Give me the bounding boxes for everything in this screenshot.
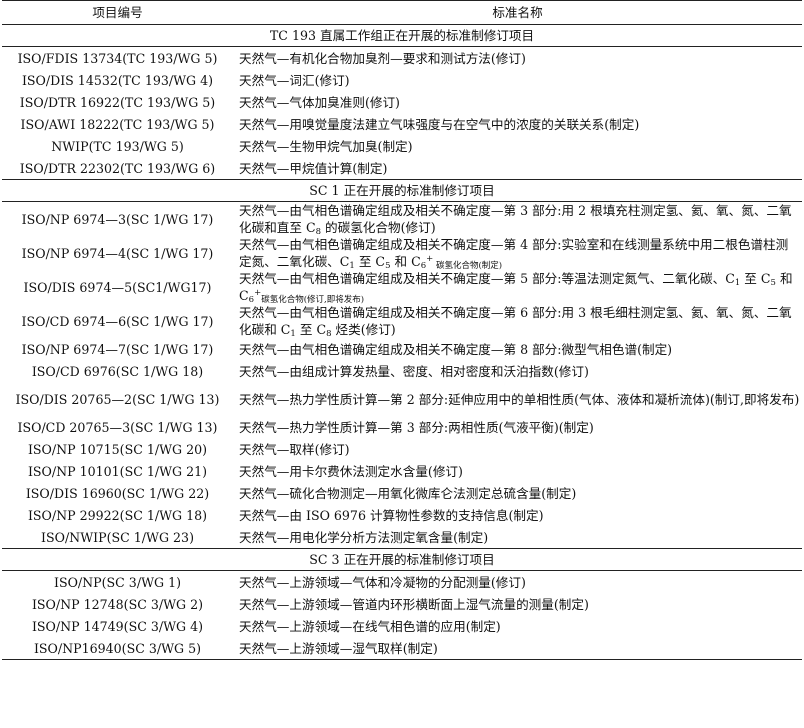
project-code: ISO/DIS 6974—5(SC1/WG17) (23, 279, 212, 295)
project-code: ISO/CD 6974—6(SC 1/WG 17) (21, 313, 214, 329)
column-header-code: 项目编号 (2, 0, 233, 25)
name-text: 至 C (740, 271, 771, 286)
table-row: ISO/DTR 22302(TC 193/WG 6) 天然气—甲烷值计算(制定) (2, 157, 802, 180)
table-row: ISO/CD 6974—6(SC 1/WG 17) 天然气—由气相色谱确定组成及相… (2, 304, 802, 338)
table-row: NWIP(TC 193/WG 5) 天然气—生物甲烷气加臭(制定) (2, 135, 802, 157)
standard-name: 天然气—由气相色谱确定组成及相关不确定度—第 5 部分:等温法测定氮气、二氧化碳… (233, 270, 802, 304)
standard-name: 天然气—上游领域—湿气取样(制定) (233, 637, 802, 660)
name-text: 天然气—由气相色谱确定组成及相关不确定度—第 4 部分:实验室和在线测量系统中用… (239, 237, 789, 269)
name-text: 至 C (295, 322, 327, 337)
project-code: ISO/NP 14749(SC 3/WG 4) (31, 618, 204, 634)
section-header-row: SC 3 正在开展的标准制修订项目 (2, 548, 802, 571)
table-row: ISO/NP 6974—4(SC 1/WG 17) 天然气—由气相色谱确定组成及相… (2, 236, 802, 270)
project-code: ISO/NP 12748(SC 3/WG 2) (31, 596, 204, 612)
project-code: ISO/NP 29922(SC 1/WG 18) (27, 507, 208, 523)
standard-name: 天然气—热力学性质计算—第 3 部分:两相性质(气液平衡)(制定) (239, 419, 594, 435)
standard-name: 天然气—甲烷值计算(制定) (239, 160, 388, 176)
table-row: ISO/CD 6976(SC 1/WG 18) 天然气—由组成计算发热量、密度、相… (2, 360, 802, 382)
table-row: ISO/NP 14749(SC 3/WG 4) 天然气—上游领域—在线气相色谱的应… (2, 615, 802, 637)
table-row: ISO/CD 20765—3(SC 1/WG 13) 天然气—热力学性质计算—第 … (2, 416, 802, 438)
project-code: ISO/NP 6974—4(SC 1/WG 17) (21, 245, 214, 261)
project-code: ISO/CD 20765—3(SC 1/WG 13) (17, 419, 218, 435)
standard-name: 天然气—有机化合物加臭剂—要求和测试方法(修订) (239, 50, 526, 66)
project-code: ISO/NWIP(SC 1/WG 23) (41, 529, 194, 545)
table-body: TC 193 直属工作组正在开展的标准制修订项目 ISO/FDIS 13734(T… (2, 24, 802, 660)
project-code: ISO/AWI 18222(TC 193/WG 5) (20, 116, 215, 132)
standard-name: 天然气—上游领域—在线气相色谱的应用(制定) (239, 618, 501, 634)
project-code: ISO/NP 6974—3(SC 1/WG 17) (21, 211, 214, 227)
standard-name: 天然气—由组成计算发热量、密度、相对密度和沃泊指数(修订) (239, 363, 589, 379)
project-code: ISO/NP(SC 3/WG 1) (53, 574, 182, 590)
table-row: ISO/NP 6974—7(SC 1/WG 17) 天然气—由气相色谱确定组成及相… (2, 338, 802, 360)
standard-name: 天然气—热力学性质计算—第 2 部分:延伸应用中的单相性质(气体、液体和凝析流体… (239, 391, 800, 407)
standard-name: 天然气—硫化合物测定—用氧化微库仑法测定总硫含量(制定) (239, 485, 577, 501)
project-code: NWIP(TC 193/WG 5) (51, 138, 184, 154)
standard-name: 天然气—由气相色谱确定组成及相关不确定度—第 3 部分:用 2 根填充柱测定氢、… (233, 202, 802, 236)
project-code: ISO/NP16940(SC 3/WG 5) (2, 637, 233, 660)
standard-name: 天然气—由气相色谱确定组成及相关不确定度—第 6 部分:用 3 根毛细柱测定氢、… (233, 304, 802, 338)
standard-name: 天然气—气体加臭准则(修订) (239, 94, 400, 110)
name-text: 至 C (354, 254, 386, 269)
standard-name: 天然气—用电化学分析方法测定氧含量(制定) (239, 529, 489, 545)
standard-name: 天然气—用卡尔费休法测定水含量(修订) (239, 463, 463, 479)
table-row: ISO/NP16940(SC 3/WG 5) 天然气—上游领域—湿气取样(制定) (2, 637, 802, 660)
section-title: SC 3 正在开展的标准制修订项目 (2, 548, 802, 571)
table-row: ISO/AWI 18222(TC 193/WG 5) 天然气—用嗅觉量度法建立气味… (2, 113, 802, 135)
table-row: ISO/NP 6974—3(SC 1/WG 17) 天然气—由气相色谱确定组成及相… (2, 202, 802, 236)
name-text: 的碳氢化合物(修订) (321, 220, 436, 235)
table-header-row: 项目编号 标准名称 (2, 0, 802, 25)
standard-name: 天然气—取样(修订) (239, 441, 350, 457)
project-code: ISO/DIS 14532(TC 193/WG 4) (21, 72, 214, 88)
table-row: ISO/DIS 14532(TC 193/WG 4) 天然气—词汇(修订) (2, 69, 802, 91)
name-text: 天然气—由气相色谱确定组成及相关不确定度—第 5 部分:等温法测定氮气、二氧化碳… (239, 271, 735, 286)
standards-table: 项目编号 标准名称 TC 193 直属工作组正在开展的标准制修订项目 ISO/FD… (2, 0, 802, 660)
standard-name: 天然气—词汇(修订) (239, 72, 350, 88)
name-text: 和 C (390, 254, 421, 269)
table-row: ISO/DTR 16922(TC 193/WG 5) 天然气—气体加臭准则(修订) (2, 91, 802, 113)
table-row: ISO/NP(SC 3/WG 1) 天然气—上游领域—气体和冷凝物的分配测量(修订… (2, 571, 802, 594)
table-row: ISO/NWIP(SC 1/WG 23) 天然气—用电化学分析方法测定氧含量(制定… (2, 526, 802, 549)
section-title: SC 1 正在开展的标准制修订项目 (2, 179, 802, 202)
project-code: ISO/DTR 22302(TC 193/WG 6) (19, 160, 216, 176)
table-row: ISO/NP 29922(SC 1/WG 18) 天然气—由 ISO 6976 计… (2, 504, 802, 526)
section-header-row: TC 193 直属工作组正在开展的标准制修订项目 (2, 24, 802, 47)
standard-name: 天然气—生物甲烷气加臭(制定) (239, 138, 413, 154)
table-row: ISO/DIS 16960(SC 1/WG 22) 天然气—硫化合物测定—用氧化微… (2, 482, 802, 504)
project-code: ISO/NP 10715(SC 1/WG 20) (27, 441, 208, 457)
standard-name: 天然气—由 ISO 6976 计算物性参数的支持信息(制定) (239, 507, 544, 523)
table-row: ISO/NP 10101(SC 1/WG 21) 天然气—用卡尔费休法测定水含量(… (2, 460, 802, 482)
table-row: ISO/DIS 6974—5(SC1/WG17) 天然气—由气相色谱确定组成及相关… (2, 270, 802, 304)
column-header-name: 标准名称 (233, 0, 802, 25)
project-code: ISO/FDIS 13734(TC 193/WG 5) (17, 50, 218, 66)
section-title: TC 193 直属工作组正在开展的标准制修订项目 (2, 24, 802, 47)
project-code: ISO/DTR 16922(TC 193/WG 5) (19, 94, 216, 110)
standard-name: 天然气—由气相色谱确定组成及相关不确定度—第 8 部分:微型气相色谱(制定) (239, 341, 673, 357)
table-row: ISO/NP 12748(SC 3/WG 2) 天然气—上游领域—管道内环形横断面… (2, 593, 802, 615)
section-header-row: SC 1 正在开展的标准制修订项目 (2, 179, 802, 202)
table-row: ISO/FDIS 13734(TC 193/WG 5) 天然气—有机化合物加臭剂—… (2, 47, 802, 70)
standard-name: 天然气—由气相色谱确定组成及相关不确定度—第 4 部分:实验室和在线测量系统中用… (233, 236, 802, 270)
table-row: ISO/NP 10715(SC 1/WG 20) 天然气—取样(修订) (2, 438, 802, 460)
standard-name: 天然气—用嗅觉量度法建立气味强度与在空气中的浓度的关联关系(制定) (239, 116, 640, 132)
project-code: ISO/DIS 20765—2(SC 1/WG 13) (15, 391, 220, 407)
standards-table-page: 项目编号 标准名称 TC 193 直属工作组正在开展的标准制修订项目 ISO/FD… (0, 0, 804, 728)
standard-name: 天然气—上游领域—管道内环形横断面上湿气流量的测量(制定) (239, 596, 589, 612)
standard-name: 天然气—上游领域—气体和冷凝物的分配测量(修订) (239, 574, 526, 590)
project-code: ISO/NP 6974—7(SC 1/WG 17) (21, 341, 214, 357)
project-code: ISO/CD 6976(SC 1/WG 18) (31, 363, 204, 379)
project-code: ISO/NP 10101(SC 1/WG 21) (27, 463, 208, 479)
table-row: ISO/DIS 20765—2(SC 1/WG 13) 天然气—热力学性质计算—第… (2, 382, 802, 416)
name-text: 烃类(修订) (331, 322, 396, 337)
project-code: ISO/DIS 16960(SC 1/WG 22) (25, 485, 210, 501)
